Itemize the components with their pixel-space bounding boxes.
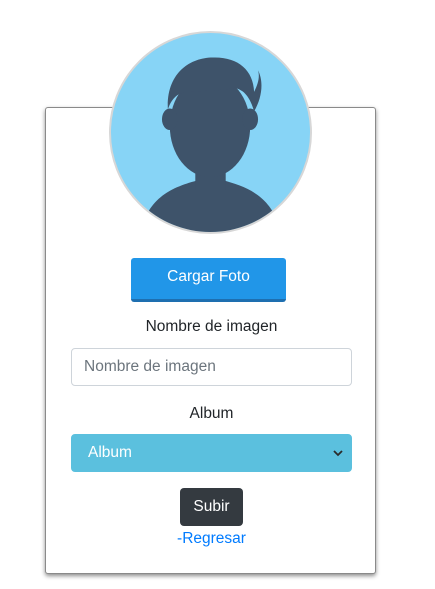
album-select[interactable]: Album: [71, 434, 352, 472]
back-link[interactable]: -Regresar: [0, 530, 423, 548]
image-name-input[interactable]: [71, 348, 352, 386]
user-silhouette-icon: [140, 57, 281, 232]
upload-photo-button[interactable]: Cargar Foto: [131, 258, 286, 302]
avatar-placeholder: [109, 31, 312, 234]
submit-button[interactable]: Subir: [180, 488, 243, 526]
album-selected-value: Album: [88, 444, 132, 461]
image-name-label: Nombre de imagen: [145, 318, 278, 335]
album-label: Album: [189, 405, 234, 422]
chevron-down-icon: [333, 435, 343, 485]
